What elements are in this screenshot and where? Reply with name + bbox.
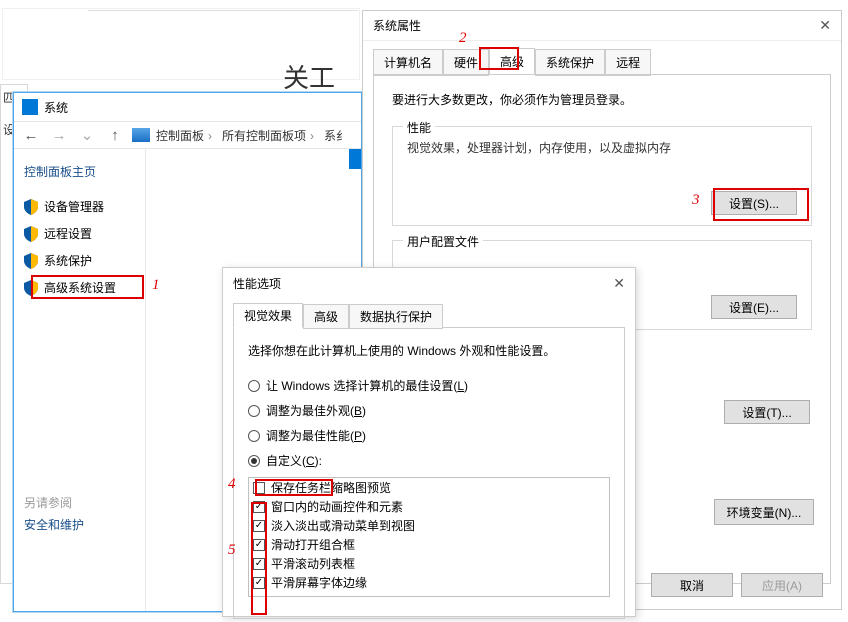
annotation-5: 5 [228, 542, 236, 559]
up-button[interactable]: ↑ [104, 124, 126, 146]
shield-icon [24, 253, 38, 269]
sidebar-title[interactable]: 控制面板主页 [24, 163, 135, 180]
annotation-4: 4 [228, 476, 236, 493]
bg-about-text: 关工 [283, 58, 335, 95]
sidebar-item-protection[interactable]: 系统保护 [24, 252, 135, 269]
titlebar: 性能选项 ✕ [223, 268, 635, 298]
radio-best-performance[interactable]: 调整为最佳性能(P) [248, 427, 610, 444]
annotation-3: 3 [692, 192, 700, 209]
check-label: 滑动打开组合框 [271, 536, 355, 553]
sidebar-item-device-manager[interactable]: 设备管理器 [24, 198, 135, 215]
radio-label: 调整为最佳性能(P) [266, 427, 366, 444]
dialog-buttons: 取消 应用(A) [651, 573, 823, 597]
sidebar-item-label: 设备管理器 [44, 198, 104, 215]
cancel-button[interactable]: 取消 [651, 573, 733, 597]
logo-strip [349, 149, 361, 169]
titlebar: 系统 [14, 93, 361, 121]
check-item-smooth-scroll[interactable]: 平滑滚动列表框 [249, 554, 609, 573]
annotation-1: 1 [152, 277, 160, 294]
tab-protection[interactable]: 系统保护 [535, 49, 605, 76]
window-title: 系统 [44, 99, 68, 116]
sidebar-item-label: 远程设置 [44, 225, 92, 242]
close-button[interactable]: ✕ [791, 17, 831, 34]
highlight-4 [255, 479, 333, 496]
sidebar: 控制面板主页 设备管理器 远程设置 系统保护 高级系统设置 另请参阅 安全和维护 [14, 149, 146, 611]
sidebar-item-remote[interactable]: 远程设置 [24, 225, 135, 242]
see-also-heading: 另请参阅 [24, 494, 72, 511]
tab-visual-effects[interactable]: 视觉效果 [233, 303, 303, 328]
check-item-smooth-fonts[interactable]: 平滑屏幕字体边缘 [249, 573, 609, 592]
tab-row: 视觉效果 高级 数据执行保护 [223, 298, 635, 327]
tab-computer-name[interactable]: 计算机名 [373, 49, 443, 76]
radio-icon [248, 430, 260, 442]
check-item-animate-controls[interactable]: 窗口内的动画控件和元素 [249, 497, 609, 516]
settings-button-userprofile[interactable]: 设置(E)... [711, 295, 797, 319]
radio-custom[interactable]: 自定义(C): [248, 452, 610, 469]
check-item-fade-menus[interactable]: 淡入淡出或滑动菜单到视图 [249, 516, 609, 535]
radio-label: 调整为最佳外观(B) [266, 402, 366, 419]
window-title: 系统属性 [373, 17, 421, 34]
bg-divider [88, 10, 358, 11]
close-button[interactable]: ✕ [613, 275, 625, 292]
nav-bar: ← → ⌄ ↑ 控制面板 所有控制面板项 系纟 [14, 121, 361, 149]
crumb-leaf[interactable]: 系纟 [324, 127, 348, 144]
check-label: 平滑滚动列表框 [271, 555, 355, 572]
check-item-slide-combo[interactable]: 滑动打开组合框 [249, 535, 609, 554]
window-title: 性能选项 [233, 275, 281, 292]
sidebar-item-label: 系统保护 [44, 252, 92, 269]
performance-options-window: 性能选项 ✕ 视觉效果 高级 数据执行保护 选择你想在此计算机上使用的 Wind… [222, 267, 636, 617]
group-title: 性能 [403, 119, 435, 136]
tab-row: 计算机名 硬件 高级 系统保护 远程 [363, 41, 841, 74]
admin-note: 要进行大多数更改，你必须作为管理员登录。 [392, 91, 812, 108]
shield-icon [24, 226, 38, 242]
check-label: 淡入淡出或滑动菜单到视图 [271, 517, 415, 534]
system-icon [22, 99, 38, 115]
forward-button[interactable]: → [48, 124, 70, 146]
tab-remote[interactable]: 远程 [605, 49, 651, 76]
highlight-2 [479, 47, 519, 70]
highlight-3 [713, 188, 809, 221]
environment-variables-button[interactable]: 环境变量(N)... [714, 499, 814, 525]
crumb-mid[interactable]: 所有控制面板项 [222, 127, 318, 144]
crumb-root[interactable]: 控制面板 [156, 127, 216, 144]
highlight-5 [251, 502, 267, 615]
back-button[interactable]: ← [20, 124, 42, 146]
titlebar: 系统属性 ✕ [363, 11, 841, 41]
apply-button[interactable]: 应用(A) [741, 573, 823, 597]
radio-best-appearance[interactable]: 调整为最佳外观(B) [248, 402, 610, 419]
highlight-1 [31, 275, 144, 299]
radio-icon [248, 380, 260, 392]
radio-icon [248, 455, 260, 467]
tab-content: 选择你想在此计算机上使用的 Windows 外观和性能设置。 让 Windows… [233, 327, 625, 619]
group-desc: 视觉效果，处理器计划，内存使用，以及虚拟内存 [407, 139, 797, 156]
annotation-2: 2 [459, 30, 467, 47]
location-icon [132, 128, 150, 142]
history-caret[interactable]: ⌄ [76, 124, 98, 146]
radio-let-windows[interactable]: 让 Windows 选择计算机的最佳设置(L) [248, 377, 610, 394]
shield-icon [24, 199, 38, 215]
radio-label: 让 Windows 选择计算机的最佳设置(L) [266, 377, 468, 394]
radio-icon [248, 405, 260, 417]
tab-dep[interactable]: 数据执行保护 [349, 304, 443, 329]
check-label: 平滑屏幕字体边缘 [271, 574, 367, 591]
settings-button-startup[interactable]: 设置(T)... [724, 400, 810, 424]
radio-label: 自定义(C): [266, 452, 322, 469]
check-label: 窗口内的动画控件和元素 [271, 498, 403, 515]
security-maintenance-link[interactable]: 安全和维护 [24, 516, 84, 533]
prompt-text: 选择你想在此计算机上使用的 Windows 外观和性能设置。 [248, 342, 610, 359]
group-title: 用户配置文件 [403, 233, 483, 250]
tab-advanced[interactable]: 高级 [303, 304, 349, 329]
